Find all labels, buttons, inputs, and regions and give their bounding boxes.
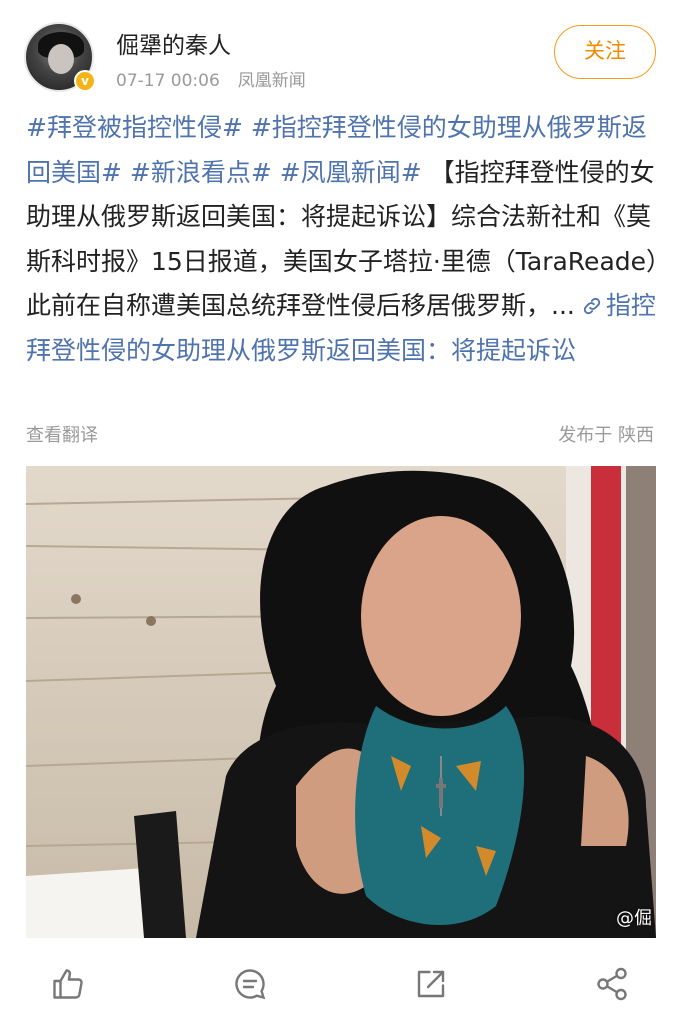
- action-bar: [0, 948, 680, 1024]
- post-meta: 07-17 00:06 凤凰新闻: [116, 66, 306, 91]
- scarf: [355, 706, 525, 925]
- post-photo: [26, 466, 656, 938]
- post-source: 凤凰新闻: [237, 71, 306, 91]
- hashtag[interactable]: #拜登被指控性侵#: [26, 113, 243, 142]
- hashtag[interactable]: #凤凰新闻#: [280, 158, 422, 187]
- thumb-up-icon[interactable]: [50, 966, 86, 1002]
- image-watermark: @倔: [616, 908, 652, 929]
- link-icon[interactable]: [581, 295, 603, 317]
- post-header: v 倔犟的秦人 07-17 00:06 凤凰新闻 关注: [0, 0, 680, 100]
- post-body: #拜登被指控性侵# #指控拜登性侵的女助理从俄罗斯返回美国# #新浪看点# #凤…: [26, 106, 662, 373]
- post-location: 发布于 陕西: [558, 425, 654, 446]
- post-image[interactable]: @倔: [26, 466, 656, 938]
- face: [361, 516, 521, 716]
- follow-button[interactable]: 关注: [554, 25, 656, 79]
- author-name[interactable]: 倔犟的秦人: [116, 26, 231, 60]
- share-icon[interactable]: [594, 966, 630, 1002]
- repost-icon[interactable]: [413, 966, 449, 1002]
- verified-badge-icon: v: [74, 70, 96, 92]
- translate-button[interactable]: 查看翻译: [26, 421, 98, 447]
- post-time: 07-17 00:06: [116, 71, 220, 91]
- comment-icon[interactable]: [232, 966, 268, 1002]
- hashtag[interactable]: #新浪看点#: [130, 158, 272, 187]
- red-banner: [591, 466, 621, 766]
